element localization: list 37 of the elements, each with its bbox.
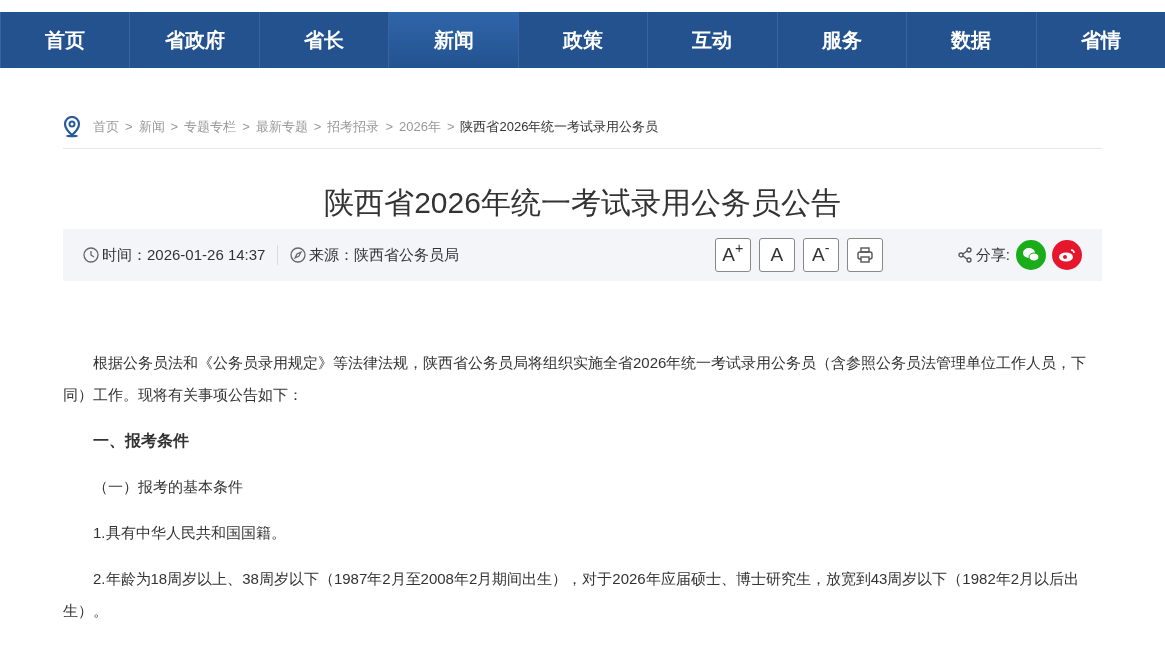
breadcrumb-separator: > [385, 118, 393, 137]
clock-icon [83, 247, 99, 263]
chat-bubbles-icon [1022, 247, 1040, 263]
nav-tab[interactable]: 省政府 [129, 12, 259, 68]
nav-tab[interactable]: 互动 [647, 12, 777, 68]
breadcrumb-separator: > [313, 118, 322, 137]
eye-icon [1058, 248, 1076, 262]
nav-tab[interactable]: 省情 [1035, 12, 1165, 68]
font-size-button[interactable]: A$^{+}$ [714, 238, 751, 272]
nav-tab[interactable]: 服务 [776, 12, 907, 68]
nav-tab[interactable]: 新闻 [388, 12, 518, 68]
paragraph: （一）报考的基本条件 [92, 477, 244, 497]
print-button[interactable] [846, 238, 883, 272]
paragraph: 1.具有中华人民共和国国籍。 [92, 523, 287, 543]
nav-tab[interactable]: 数据 [906, 12, 1036, 68]
nav-tab[interactable]: 政策 [517, 12, 648, 68]
paragraph: 根据公务员法和《公务员录用规定》等法律法规，陕西省公务员局将组织实施全省2026年统一考试录用公务员（含参照公务员法管理单位工作人员，下同）工作。现将有关事项公告如下： [63, 353, 1088, 405]
share-label: 分享: [975, 244, 1010, 265]
font-size-button[interactable]: A$^{-}$ [802, 238, 839, 272]
weibo-share-button[interactable] [1052, 240, 1082, 270]
publish-time: 时间：2026-01-26 14:37 [102, 244, 266, 265]
paragraph: 2.年龄为18周岁以上、38周岁以下（1987年2月至2008年2月期间出生），对于2026年应届硕士、博士研究生，放宽到43周岁以下（1982年2月以后出生）。 [63, 569, 1081, 621]
wechat-share-button[interactable] [1016, 240, 1046, 270]
breadcrumb-separator: > [170, 118, 179, 137]
printer-icon [855, 246, 874, 264]
article-title: 陕西省2026年统一考试录用公务员公告 [323, 185, 842, 221]
article-source: 来源：陕西省公务员局 [309, 244, 460, 265]
share-icon [956, 247, 973, 263]
breadcrumb-separator: > [242, 118, 250, 137]
breadcrumb-separator: > [125, 118, 133, 137]
breadcrumb-link[interactable]: 陕西省2026年统一考试录用公务员 [460, 117, 659, 137]
breadcrumb-separator: > [446, 118, 455, 137]
compass-icon [290, 247, 307, 263]
location-pin-icon [63, 116, 81, 138]
section-heading: 一、报考条件 [92, 431, 190, 451]
font-size-button[interactable]: A [758, 238, 795, 272]
nav-tab[interactable]: 首页 [0, 12, 130, 68]
